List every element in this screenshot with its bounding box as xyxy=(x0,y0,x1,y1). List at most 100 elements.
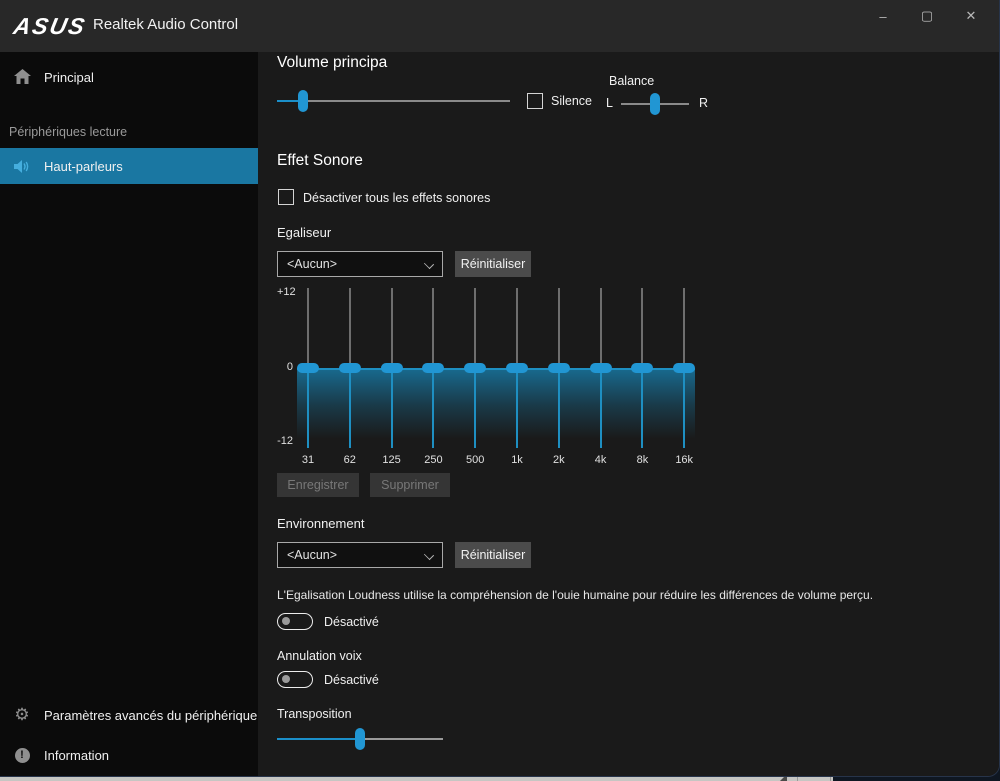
sidebar-item-label: Paramètres avancés du périphérique xyxy=(44,708,257,723)
loudness-state-label: Désactivé xyxy=(324,615,379,629)
balance-slider-thumb[interactable] xyxy=(650,93,660,115)
sidebar: Principal Périphériques lecture Haut-par… xyxy=(0,52,258,777)
voice-cancellation-toggle[interactable] xyxy=(277,671,313,688)
volume-slider[interactable] xyxy=(277,89,510,113)
transposition-slider[interactable] xyxy=(277,727,443,751)
eq-freq-label: 62 xyxy=(344,454,356,466)
eq-band-thumb[interactable] xyxy=(631,363,653,373)
eq-band-thumb[interactable] xyxy=(297,363,319,373)
eq-band-slider[interactable] xyxy=(506,288,528,448)
eq-band-slider[interactable] xyxy=(548,288,570,448)
transposition-slider-thumb[interactable] xyxy=(355,728,365,750)
asus-logo: ASUS xyxy=(11,13,89,40)
eq-track-upper xyxy=(641,288,643,368)
equalizer-label: Egaliseur xyxy=(277,225,331,240)
eq-track-lower xyxy=(516,368,518,448)
eq-track-upper xyxy=(349,288,351,368)
environment-reset-button[interactable]: Réinitialiser xyxy=(455,542,531,568)
eq-band-slider[interactable] xyxy=(422,288,444,448)
silence-checkbox[interactable] xyxy=(527,93,543,109)
chevron-down-icon xyxy=(424,550,434,560)
screen: ASUS Realtek Audio Control – ▢ ✕ Princip… xyxy=(0,0,1000,781)
eq-band-slider[interactable] xyxy=(631,288,653,448)
eq-track-lower xyxy=(432,368,434,448)
speaker-icon xyxy=(13,157,31,175)
eq-track-upper xyxy=(558,288,560,368)
home-icon xyxy=(13,68,31,86)
chevron-down-icon xyxy=(424,259,434,269)
sidebar-item-haut-parleurs[interactable]: Haut-parleurs xyxy=(0,148,258,184)
balance-right-label: R xyxy=(699,96,708,110)
voice-cancellation-state-label: Désactivé xyxy=(324,673,379,687)
eq-scale-max: +12 xyxy=(277,286,293,298)
equalizer-preset-dropdown[interactable]: <Aucun> xyxy=(277,251,443,277)
equalizer-area: +12 0 -12 31621252505001k2k4k8k16k xyxy=(277,284,707,474)
gear-icon: ⚙ xyxy=(13,706,31,724)
disable-all-effects-label: Désactiver tous les effets sonores xyxy=(303,191,490,205)
eq-band-slider[interactable] xyxy=(590,288,612,448)
eq-track-upper xyxy=(474,288,476,368)
titlebar: ASUS Realtek Audio Control – ▢ ✕ xyxy=(0,0,999,52)
eq-track-upper xyxy=(391,288,393,368)
eq-scale-zero: 0 xyxy=(277,361,293,373)
main-content: Volume principa Silence Balance L R Effe… xyxy=(258,52,1000,777)
balance-left-label: L xyxy=(606,96,613,110)
eq-track-lower xyxy=(558,368,560,448)
eq-freq-label: 16k xyxy=(675,454,693,466)
minimize-button[interactable]: – xyxy=(861,2,905,30)
eq-save-button[interactable]: Enregistrer xyxy=(277,473,359,497)
eq-track-lower xyxy=(683,368,685,448)
close-button[interactable]: ✕ xyxy=(949,2,993,30)
volume-slider-thumb[interactable] xyxy=(298,90,308,112)
eq-band-slider[interactable] xyxy=(381,288,403,448)
transposition-label: Transposition xyxy=(277,707,352,721)
equalizer-reset-button[interactable]: Réinitialiser xyxy=(455,251,531,277)
eq-band-thumb[interactable] xyxy=(464,363,486,373)
eq-freq-label: 4k xyxy=(595,454,607,466)
eq-band-slider[interactable] xyxy=(673,288,695,448)
silence-label: Silence xyxy=(551,94,592,108)
eq-delete-button[interactable]: Supprimer xyxy=(370,473,450,497)
eq-band-thumb[interactable] xyxy=(506,363,528,373)
eq-track-upper xyxy=(683,288,685,368)
eq-band-slider[interactable] xyxy=(464,288,486,448)
eq-band-thumb[interactable] xyxy=(339,363,361,373)
eq-track-upper xyxy=(307,288,309,368)
eq-track-lower xyxy=(641,368,643,448)
eq-track-upper xyxy=(432,288,434,368)
eq-band-thumb[interactable] xyxy=(673,363,695,373)
eq-track-lower xyxy=(474,368,476,448)
eq-freq-label: 250 xyxy=(424,454,442,466)
environment-label: Environnement xyxy=(277,516,364,531)
sidebar-item-parametres-avances[interactable]: ⚙ Paramètres avancés du périphérique xyxy=(0,697,258,733)
environment-preset-dropdown[interactable]: <Aucun> xyxy=(277,542,443,568)
eq-track-upper xyxy=(600,288,602,368)
sidebar-item-information[interactable]: ! Information xyxy=(0,737,258,773)
eq-scale-min: -12 xyxy=(277,435,293,447)
toggle-knob xyxy=(282,675,290,683)
eq-band-slider[interactable] xyxy=(339,288,361,448)
eq-band-thumb[interactable] xyxy=(548,363,570,373)
sidebar-item-principal[interactable]: Principal xyxy=(0,59,258,95)
eq-band-slider[interactable] xyxy=(297,288,319,448)
eq-track-lower xyxy=(600,368,602,448)
eq-freq-label: 31 xyxy=(302,454,314,466)
maximize-button[interactable]: ▢ xyxy=(905,2,949,30)
toggle-knob xyxy=(282,617,290,625)
eq-track-upper xyxy=(516,288,518,368)
eq-band-thumb[interactable] xyxy=(381,363,403,373)
eq-freq-label: 1k xyxy=(511,454,523,466)
sidebar-item-label: Information xyxy=(44,748,109,763)
window-title: Realtek Audio Control xyxy=(93,16,238,33)
disable-all-effects-checkbox[interactable] xyxy=(278,189,294,205)
window-controls: – ▢ ✕ xyxy=(861,2,993,30)
eq-band-thumb[interactable] xyxy=(590,363,612,373)
loudness-description: L'Egalisation Loudness utilise la compré… xyxy=(277,588,917,602)
balance-label: Balance xyxy=(609,74,654,88)
eq-track-lower xyxy=(391,368,393,448)
volume-section-title: Volume principa xyxy=(277,54,387,72)
eq-band-thumb[interactable] xyxy=(422,363,444,373)
balance-slider[interactable] xyxy=(621,92,689,116)
loudness-toggle[interactable] xyxy=(277,613,313,630)
eq-freq-label: 125 xyxy=(382,454,400,466)
